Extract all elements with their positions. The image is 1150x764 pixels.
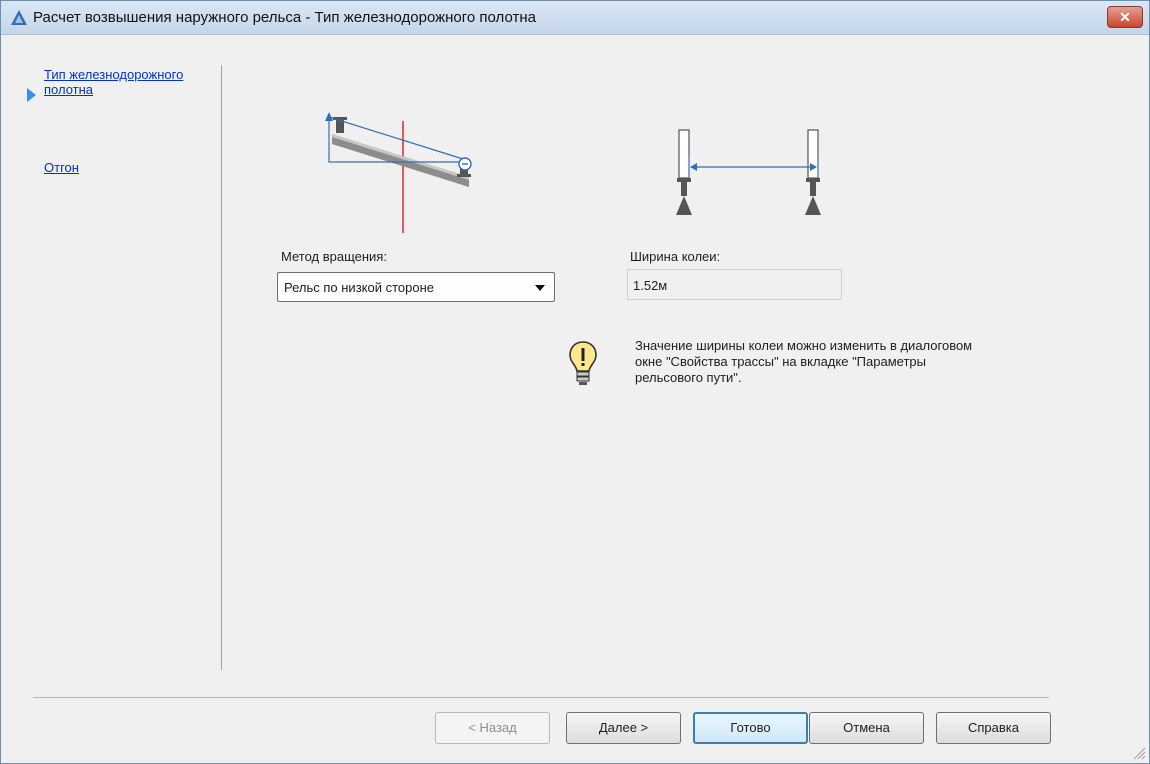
title-bar[interactable]: Расчет возвышения наружного рельса - Тип… [1,1,1149,35]
back-button[interactable]: < Назад [435,712,550,744]
sidebar-item-track-type[interactable]: Тип железнодорожного полотна [44,67,204,97]
gauge-info-text: Значение ширины колеи можно изменить в д… [635,338,973,385]
rotation-method-value: Рельс по низкой стороне [284,280,434,295]
track-gauge-field: 1.52м [627,269,842,300]
resize-grip-icon[interactable] [1132,746,1146,760]
rotation-method-label: Метод вращения: [281,249,387,264]
track-gauge-label: Ширина колеи: [630,249,721,264]
sidebar-item-label: Тип железнодорожного полотна [44,67,184,97]
chevron-down-icon [535,285,545,291]
dialog-window: Расчет возвышения наружного рельса - Тип… [0,0,1150,764]
app-logo-icon [11,10,27,25]
lightbulb-icon [569,341,597,385]
sidebar-divider [221,65,222,670]
help-button[interactable]: Справка [936,712,1051,744]
track-gauge-value: 1.52м [633,278,668,293]
sidebar-item-transition[interactable]: Отгон [44,160,79,175]
rotation-method-select[interactable]: Рельс по низкой стороне [277,272,555,302]
current-step-arrow-icon [27,88,36,102]
window-title: Расчет возвышения наружного рельса - Тип… [33,9,536,26]
sidebar-item-label: Отгон [44,160,79,175]
close-x-icon: ✕ [1119,9,1131,25]
cancel-button[interactable]: Отмена [809,712,924,744]
footer-divider [33,697,1049,698]
finish-button[interactable]: Готово [693,712,808,744]
next-button[interactable]: Далее > [566,712,681,744]
rotation-method-illustration [325,112,472,233]
sidebar [1,35,223,670]
track-gauge-illustration [676,129,821,215]
close-button[interactable]: ✕ [1107,6,1143,28]
